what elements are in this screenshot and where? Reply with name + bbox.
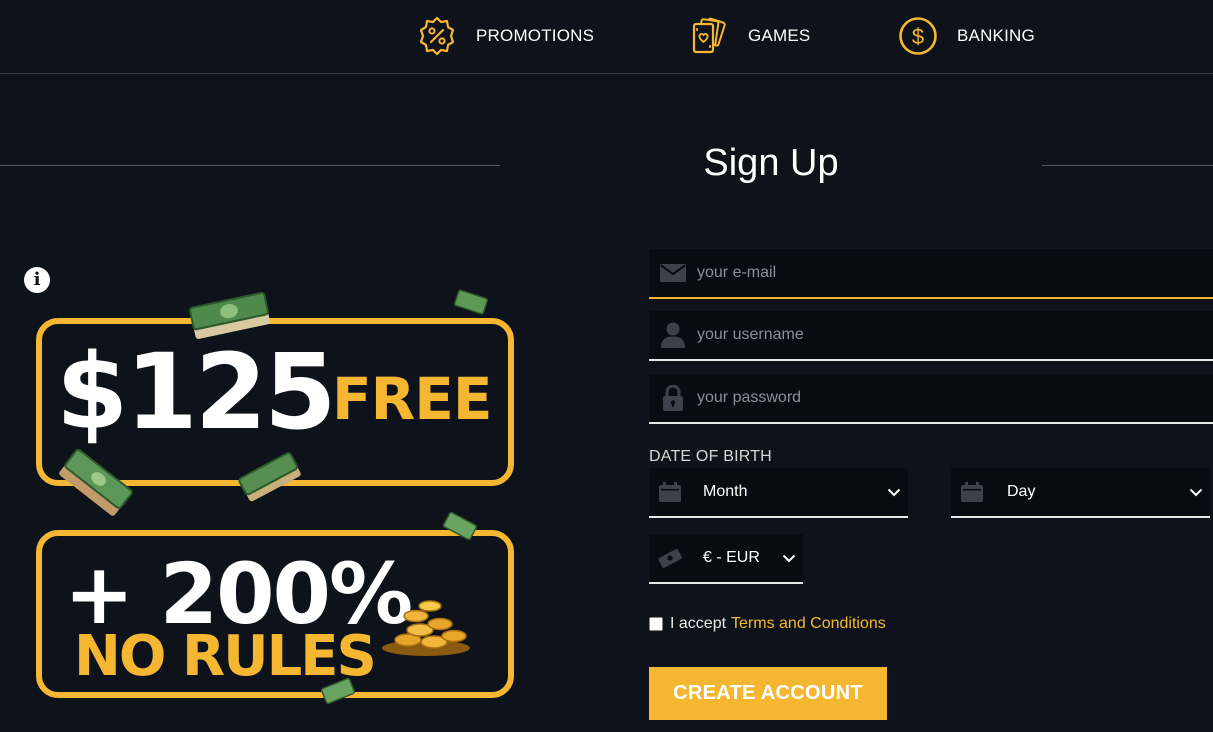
dollar-coin-icon: $: [897, 15, 939, 57]
currency-select-value: € - EUR: [703, 549, 760, 566]
title-divider-right: [1042, 165, 1213, 166]
terms-row: I accept Terms and Conditions: [649, 615, 886, 633]
username-input[interactable]: [697, 326, 1213, 344]
email-input[interactable]: [697, 264, 1213, 282]
password-field[interactable]: [649, 374, 1213, 424]
terms-checkbox[interactable]: [649, 617, 663, 631]
banknote-icon: [651, 534, 689, 582]
title-divider-left: [0, 165, 500, 166]
playing-cards-icon: [688, 15, 730, 57]
day-select-value: Day: [1007, 483, 1036, 500]
nav-banking[interactable]: $ BANKING: [897, 14, 1035, 58]
nav-games-label: GAMES: [748, 26, 811, 45]
month-select-value: Month: [703, 483, 748, 500]
terms-link[interactable]: Terms and Conditions: [731, 615, 886, 633]
day-select[interactable]: Day: [951, 468, 1210, 518]
money-stack-icon: [59, 448, 133, 516]
bill-icon: [454, 289, 488, 315]
chevron-down-icon: [775, 534, 803, 582]
lock-icon: [649, 374, 697, 422]
top-nav: PROMOTIONS GAMES $ BANKING: [0, 0, 1213, 74]
bill-icon: [442, 511, 478, 541]
gold-coins-icon: [382, 600, 470, 656]
currency-select[interactable]: € - EUR: [649, 534, 803, 584]
password-input[interactable]: [697, 389, 1213, 407]
nav-banking-label: BANKING: [957, 26, 1035, 45]
chevron-down-icon: [880, 468, 908, 516]
chevron-down-icon: [1182, 468, 1210, 516]
money-stack-icon: [238, 452, 301, 502]
promo-amount: $125: [56, 331, 336, 453]
envelope-icon: [649, 249, 697, 297]
email-field[interactable]: [649, 249, 1213, 299]
bill-icon: [320, 677, 356, 705]
svg-text:$: $: [912, 24, 924, 49]
calendar-icon: [651, 468, 689, 516]
percent-badge-icon: [416, 15, 458, 57]
calendar-icon: [953, 468, 991, 516]
create-account-button[interactable]: CREATE ACCOUNT: [649, 667, 887, 720]
promo-banner: $125 FREE + 200% NO RULES: [0, 280, 560, 732]
nav-promotions[interactable]: PROMOTIONS: [416, 14, 594, 58]
page-title: Sign Up: [703, 142, 839, 184]
dob-label: DATE OF BIRTH: [649, 448, 772, 465]
promo-free: FREE: [332, 365, 493, 433]
month-select[interactable]: Month: [649, 468, 908, 518]
terms-text: I accept: [670, 615, 727, 632]
username-field[interactable]: [649, 311, 1213, 361]
money-stack-icon: [189, 292, 270, 339]
nav-promotions-label: PROMOTIONS: [476, 26, 595, 45]
user-icon: [649, 311, 697, 359]
nav-games[interactable]: GAMES: [688, 14, 810, 58]
